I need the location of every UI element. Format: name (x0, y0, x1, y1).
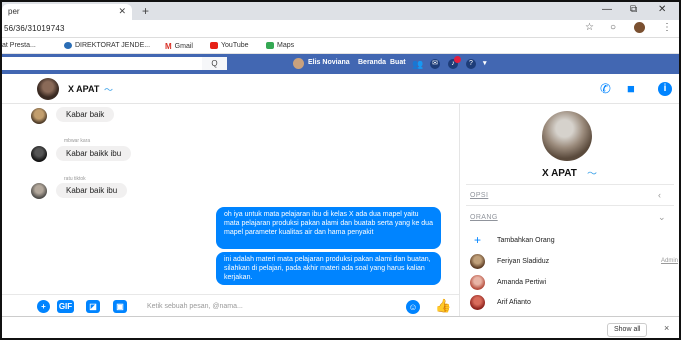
member-avatar (470, 294, 485, 310)
add-icon[interactable]: + (37, 300, 50, 313)
window-close-icon[interactable]: ✕ (658, 4, 666, 15)
downloads-bar: Show all × (2, 316, 679, 338)
account-menu-icon[interactable]: ▾ (483, 59, 487, 67)
message-list[interactable]: Kabar baik mbwar kara Kabar baikk ibu ra… (2, 104, 459, 316)
youtube-icon (210, 42, 218, 49)
conversation-title[interactable]: X APAT (68, 84, 99, 94)
sticker-icon[interactable]: ◪ (86, 300, 100, 313)
bookmark-prestasi[interactable]: at Presta... (2, 42, 36, 49)
new-tab-icon[interactable]: + (142, 4, 149, 18)
photo-icon[interactable]: ▣ (113, 300, 127, 313)
message-input[interactable]: Ketik sebuah pesan, @nama... (147, 303, 243, 310)
extension-icon[interactable]: ○ (610, 22, 616, 33)
friends-icon[interactable]: 👥 (412, 59, 423, 69)
sender-avatar (31, 183, 47, 199)
bookmark-maps[interactable]: Maps (266, 42, 294, 49)
help-icon[interactable]: ? (466, 59, 476, 69)
home-link[interactable]: Beranda (358, 59, 386, 66)
divider (466, 184, 674, 185)
sender-name: mbwar kara (64, 138, 91, 144)
outgoing-message: oh iya untuk mata pelajaran ibu di kelas… (216, 207, 441, 249)
browser-tab-strip: per ✕ + — ⧉ ✕ (2, 2, 679, 20)
wave-icon: 〜 (587, 169, 597, 180)
divider (466, 205, 674, 206)
conversation-header: X APAT 〜 ✆ ■ i (2, 74, 679, 104)
member-item[interactable]: Arif Afianto (470, 294, 678, 310)
add-people-button[interactable]: + Tambahkan Orang (470, 232, 678, 248)
member-avatar (470, 274, 485, 290)
group-photo[interactable] (542, 111, 592, 161)
tab-title: per (8, 7, 20, 16)
like-icon[interactable]: 👍 (435, 298, 451, 314)
member-avatar (470, 253, 485, 269)
info-icon[interactable]: i (658, 82, 672, 96)
browser-tab[interactable]: per ✕ (2, 4, 132, 20)
messenger-icon[interactable]: ✉ (430, 59, 440, 69)
browser-menu-icon[interactable]: ⋮ (662, 22, 672, 33)
tab-close-icon[interactable]: ✕ (118, 6, 126, 17)
bookmark-gmail[interactable]: M Gmail (165, 42, 193, 51)
downloads-close-icon[interactable]: × (664, 323, 669, 333)
gmail-icon: M (165, 42, 172, 51)
chevron-left-icon[interactable]: ‹ (658, 190, 661, 200)
admin-label: Admin (660, 258, 678, 264)
profile-avatar[interactable] (634, 22, 645, 33)
url-text[interactable]: 56/36/31019743 (4, 24, 65, 33)
emoji-icon[interactable]: ☺ (406, 300, 420, 314)
group-name: X APAT (542, 168, 577, 179)
screen-frame: per ✕ + — ⧉ ✕ 56/36/31019743 ☆ ○ ⋮ at Pr… (0, 0, 681, 340)
bookmark-youtube[interactable]: YouTube (210, 42, 249, 49)
outgoing-message: ini adalah materi mata pelajaran produks… (216, 252, 441, 285)
show-all-button[interactable]: Show all (607, 323, 648, 337)
member-item[interactable]: Feriyan Sladiduz Admin (470, 253, 678, 269)
maps-icon (266, 42, 274, 49)
bookmarks-bar: at Presta... DIREKTORAT JENDE... M Gmail … (2, 38, 679, 54)
address-bar[interactable]: 56/36/31019743 ☆ ○ ⋮ (2, 20, 679, 38)
incoming-message: Kabar baikk ibu (56, 146, 132, 161)
user-avatar[interactable] (293, 58, 304, 69)
gif-button[interactable]: GIF (57, 300, 74, 313)
bookmark-direktorat[interactable]: DIREKTORAT JENDE... (64, 42, 150, 49)
sender-avatar (31, 108, 47, 124)
video-call-icon[interactable]: ■ (627, 81, 635, 96)
chevron-down-icon[interactable]: ⌄ (658, 212, 666, 223)
call-icon[interactable]: ✆ (600, 81, 611, 97)
facebook-top-bar: Q Elis Noviana Beranda Buat 👥 ✉ ♪ ? ▾ (2, 54, 679, 74)
search-icon[interactable]: Q (202, 57, 227, 70)
bookmark-star-icon[interactable]: ☆ (585, 22, 594, 33)
globe-icon (64, 42, 72, 49)
user-name-link[interactable]: Elis Noviana (308, 59, 350, 66)
incoming-message: Kabar baik ibu (56, 183, 128, 198)
facebook-search-input[interactable] (2, 57, 227, 70)
sender-name: ratu tiktok (64, 176, 86, 182)
incoming-message: Kabar baik (56, 107, 115, 122)
minimize-icon[interactable]: — (602, 4, 612, 15)
message-composer: + GIF ◪ ▣ Ketik sebuah pesan, @nama... ☺… (2, 294, 459, 318)
notification-badge (454, 56, 461, 63)
create-link[interactable]: Buat (390, 59, 406, 66)
sender-avatar (31, 146, 47, 162)
maximize-icon[interactable]: ⧉ (630, 4, 637, 15)
conversation-info-panel: X APAT 〜 OPSI ‹ ORANG ⌄ + Tambahkan Oran… (459, 104, 679, 316)
plus-icon: + (473, 233, 481, 247)
member-item[interactable]: Amanda Pertiwi (470, 274, 678, 290)
group-avatar[interactable] (37, 78, 59, 100)
people-section[interactable]: ORANG (470, 214, 498, 221)
wave-icon: 〜 (104, 85, 114, 95)
options-section[interactable]: OPSI (470, 192, 488, 199)
